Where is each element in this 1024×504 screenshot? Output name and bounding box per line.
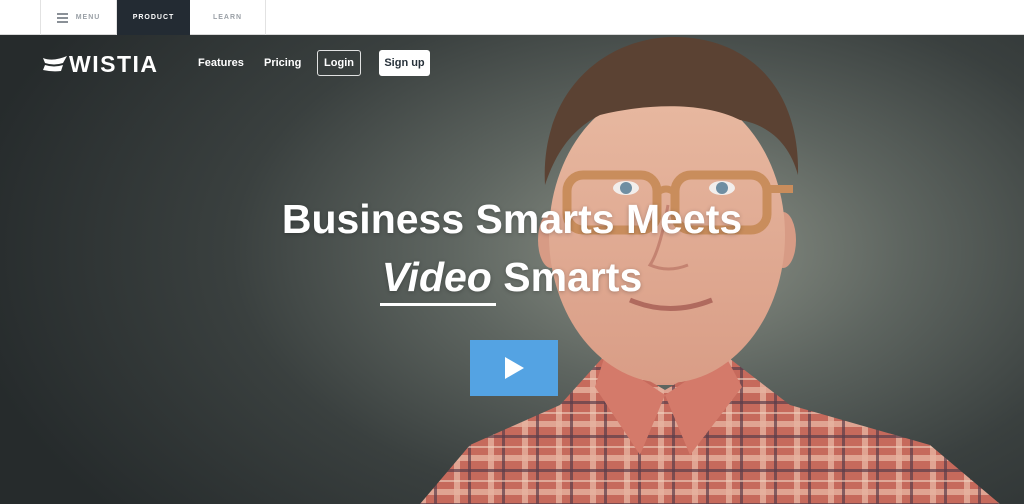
wistia-logo[interactable]: WISTIA (43, 50, 159, 77)
tab-menu[interactable]: MENU (40, 0, 117, 35)
top-tab-bar: MENU PRODUCT LEARN (0, 0, 1024, 35)
hero-headline-rest: Smarts (491, 254, 643, 300)
logo-text: WISTIA (69, 50, 159, 77)
tab-learn[interactable]: LEARN (190, 0, 266, 35)
play-video-button[interactable] (470, 340, 558, 396)
tab-menu-label: MENU (75, 14, 101, 21)
wistia-logo-icon (43, 56, 67, 72)
hero-headline-line1: Business Smarts Meets (281, 196, 743, 242)
tab-learn-label: LEARN (212, 14, 243, 21)
tab-product-label: PRODUCT (132, 14, 175, 21)
nav-pricing-link[interactable]: Pricing (264, 57, 301, 69)
hero-section: WISTIA Features Pricing Login Sign up Bu… (0, 35, 1024, 504)
hamburger-icon (56, 11, 68, 25)
login-button[interactable]: Login (317, 50, 361, 76)
tab-product[interactable]: PRODUCT (117, 0, 190, 35)
play-icon (505, 357, 524, 379)
hero-headline-line2: Video Smarts (0, 254, 1024, 306)
signup-button[interactable]: Sign up (379, 50, 430, 76)
nav-features-link[interactable]: Features (198, 57, 244, 69)
hero-headline-emphasis: Video (379, 254, 496, 306)
